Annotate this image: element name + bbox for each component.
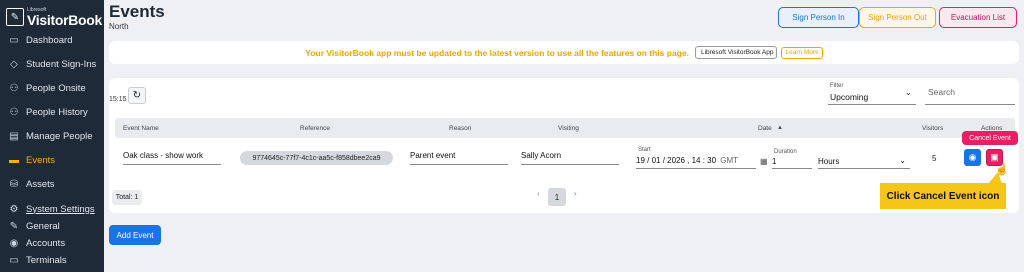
col-visiting: Visiting bbox=[558, 125, 579, 132]
sort-asc-icon[interactable]: ▲ bbox=[777, 125, 783, 131]
start-datetime-field[interactable]: 19 / 01 / 2026 , 14 : 30 GMT bbox=[636, 156, 756, 169]
refresh-button[interactable]: ↻ bbox=[128, 87, 146, 104]
filter-select[interactable]: Upcoming bbox=[830, 92, 868, 102]
duration-field[interactable]: 1 bbox=[772, 157, 812, 169]
history-icon: ⚇ bbox=[9, 106, 19, 118]
duration-label: Duration bbox=[774, 149, 797, 155]
add-event-button[interactable]: Add Event bbox=[109, 225, 161, 245]
filter-underline bbox=[828, 104, 916, 105]
banner-text: Your VisitorBook app must be updated to … bbox=[305, 47, 689, 58]
filter-label: Filter bbox=[830, 83, 844, 89]
timezone-label: GMT bbox=[720, 156, 739, 165]
assets-icon: ⛁ bbox=[9, 178, 19, 190]
edit-icon: ✎ bbox=[9, 220, 19, 232]
sidebar-item-student-sign-ins[interactable]: ◇ Student Sign-Ins bbox=[0, 54, 104, 74]
duration-unit-select[interactable]: Hours ⌄ bbox=[818, 156, 910, 169]
eye-icon: ◉ bbox=[968, 152, 977, 162]
account-icon: ◉ bbox=[9, 237, 19, 249]
start-datetime-value: 19 / 01 / 2026 , 14 : 30 bbox=[636, 156, 717, 165]
evacuation-list-button[interactable]: Evacuation List bbox=[939, 7, 1017, 28]
cancel-event-tooltip: Cancel Event bbox=[962, 131, 1018, 145]
dashboard-icon: ▭ bbox=[9, 34, 19, 46]
sidebar-item-dashboard[interactable]: ▭ Dashboard bbox=[0, 30, 104, 50]
col-reason: Reason bbox=[449, 125, 472, 132]
refresh-icon: ↻ bbox=[132, 90, 142, 101]
sidebar-item-people-onsite[interactable]: ⚇ People Onsite bbox=[0, 78, 104, 98]
view-event-button[interactable]: ◉ bbox=[964, 149, 981, 166]
reason-field[interactable]: Parent event bbox=[410, 151, 508, 165]
visiting-field[interactable]: Sally Acorn bbox=[521, 151, 619, 165]
start-label: Start bbox=[638, 147, 651, 153]
graduation-icon: ◇ bbox=[10, 58, 18, 70]
total-count: Total: 1 bbox=[112, 190, 142, 205]
search-underline bbox=[925, 104, 1015, 105]
id-card-icon: ▤ bbox=[9, 130, 19, 142]
calendar-icon[interactable]: ▦ bbox=[760, 157, 768, 166]
sidebar-item-events[interactable]: ▬ Events bbox=[0, 150, 104, 170]
col-visitors: Visitors bbox=[922, 125, 944, 132]
page-subtitle: North bbox=[109, 22, 129, 31]
terminal-icon: ▭ bbox=[9, 254, 19, 266]
sidebar: ✎ Libresoft VisitorBook ▭ Dashboard ◇ Stud… bbox=[0, 0, 104, 272]
visitors-count: 5 bbox=[932, 154, 937, 163]
col-reference: Reference bbox=[300, 125, 330, 132]
logo-icon: ✎ bbox=[6, 8, 24, 26]
logo-big-text: VisitorBook bbox=[27, 11, 103, 28]
chevron-down-icon: ⌄ bbox=[899, 156, 906, 165]
event-name-field[interactable]: Oak class - show work bbox=[123, 151, 221, 165]
instruction-callout: Click Cancel Event icon bbox=[880, 183, 1006, 209]
sidebar-item-terminals[interactable]: ▭ Terminals bbox=[0, 250, 104, 270]
col-date[interactable]: Date bbox=[758, 125, 772, 132]
search-input[interactable]: Search bbox=[928, 87, 955, 97]
page-title: Events bbox=[109, 2, 165, 21]
sign-person-in-button[interactable]: Sign Person In bbox=[778, 7, 859, 28]
col-event-name: Event Name bbox=[123, 125, 159, 132]
update-banner: Your VisitorBook app must be updated to … bbox=[109, 41, 1019, 64]
sidebar-item-manage-people[interactable]: ▤ Manage People bbox=[0, 126, 104, 146]
app-store-chip[interactable]: Libresoft VisitorBook App bbox=[694, 46, 778, 59]
sidebar-item-people-history[interactable]: ⚇ People History bbox=[0, 102, 104, 122]
folder-icon: ▬ bbox=[9, 154, 19, 166]
reference-chip: 9774645c-77f7-4c1c-aa5c-f858dbee2ca9 bbox=[240, 151, 393, 165]
sign-person-out-button[interactable]: Sign Person Out bbox=[859, 7, 936, 28]
people-icon: ⚇ bbox=[9, 82, 19, 94]
app-logo[interactable]: ✎ Libresoft VisitorBook bbox=[6, 5, 102, 29]
last-refresh-time: 15:15 bbox=[109, 96, 127, 103]
calendar-cancel-icon: ▣ bbox=[990, 152, 999, 162]
next-page-button[interactable]: › bbox=[574, 189, 577, 198]
chevron-down-icon[interactable]: ⌄ bbox=[905, 88, 912, 97]
prev-page-button[interactable]: ‹ bbox=[537, 189, 540, 198]
sidebar-item-assets[interactable]: ⛁ Assets bbox=[0, 174, 104, 194]
current-page-button[interactable]: 1 bbox=[548, 188, 566, 206]
learn-more-button[interactable]: Learn More bbox=[781, 46, 823, 59]
settings-icon: ⚙ bbox=[9, 203, 19, 215]
